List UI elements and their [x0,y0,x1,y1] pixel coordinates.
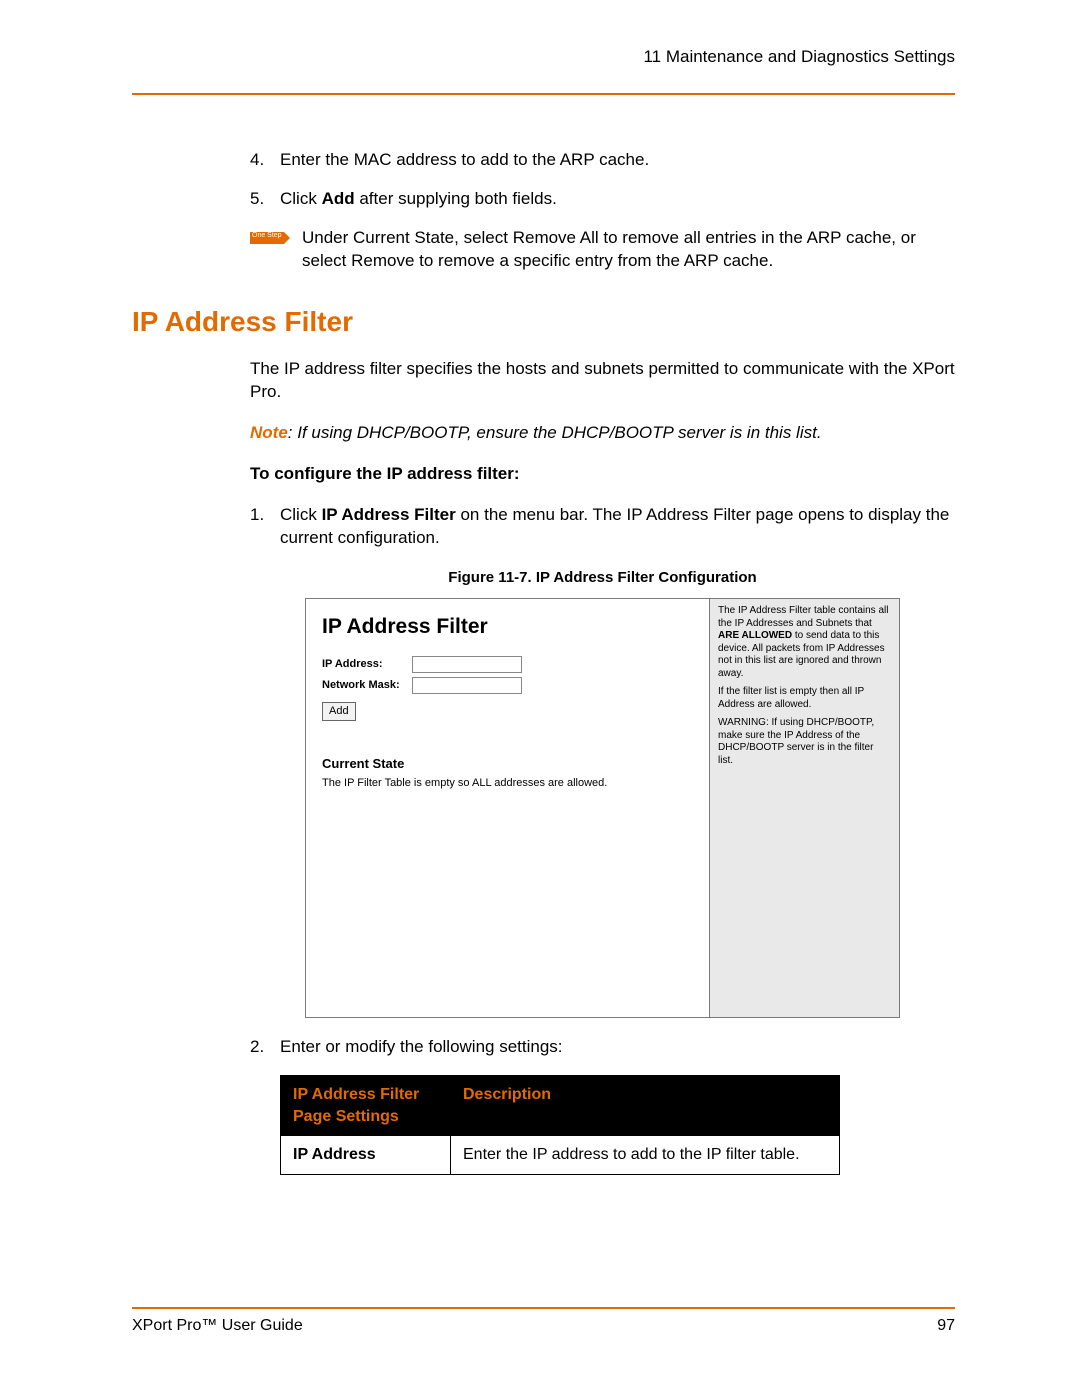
continued-steps: 4. Enter the MAC address to add to the A… [250,149,955,273]
bold-text: ARE ALLOWED [718,630,792,641]
footer-guide-title: XPort Pro™ User Guide [132,1315,303,1337]
text-fragment: Click [280,189,322,208]
step-text: Enter the MAC address to add to the ARP … [280,149,955,172]
note-label: Note [250,423,288,442]
note-text: : If using DHCP/BOOTP, ensure the DHCP/B… [288,423,822,442]
help-paragraph: If the filter list is empty then all IP … [718,686,891,711]
setting-name: IP Address [281,1136,451,1175]
step-5: 5. Click Add after supplying both fields… [250,188,955,211]
text-fragment: Click [280,505,322,524]
current-state-text: The IP Filter Table is empty so ALL addr… [322,776,693,791]
help-paragraph: The IP Address Filter table contains all… [718,605,891,680]
step-4: 4. Enter the MAC address to add to the A… [250,149,955,172]
chapter-header: 11 Maintenance and Diagnostics Settings [132,46,955,69]
mock-main-panel: IP Address Filter IP Address: Network Ma… [306,599,709,1017]
figure-screenshot: IP Address Filter IP Address: Network Ma… [305,598,900,1018]
configure-heading: To configure the IP address filter: [250,463,955,486]
tip-text: Under Current State, select Remove All t… [302,227,955,273]
page-content: 11 Maintenance and Diagnostics Settings … [132,46,955,1297]
text-fragment: after supplying both fields. [355,189,557,208]
add-button[interactable]: Add [322,702,356,721]
ip-address-input[interactable] [412,656,522,673]
one-step-icon: One Step [250,232,284,244]
step-number: 2. [250,1036,280,1059]
text-fragment: The IP Address Filter table contains all… [718,605,888,629]
step-number: 5. [250,188,280,211]
section-body: The IP address filter specifies the host… [250,358,955,1175]
step-2: 2. Enter or modify the following setting… [250,1036,955,1059]
mock-title: IP Address Filter [322,613,693,641]
section-heading: IP Address Filter [132,303,955,341]
step-text: Click IP Address Filter on the menu bar.… [280,504,955,550]
chip-label: One Step [252,231,282,240]
table-header: IP Address Filter Page Settings [281,1076,451,1136]
step-number: 4. [250,149,280,172]
step-text: Enter or modify the following settings: [280,1036,955,1059]
ip-address-row: IP Address: [322,656,693,673]
step-number: 1. [250,504,280,550]
header-rule [132,93,955,95]
network-mask-input[interactable] [412,677,522,694]
one-step-tip: One Step Under Current State, select Rem… [250,227,955,273]
current-state-heading: Current State [322,755,693,773]
table-row: IP Address Enter the IP address to add t… [281,1136,840,1175]
table-header: Description [451,1076,840,1136]
intro-paragraph: The IP address filter specifies the host… [250,358,955,404]
step-1: 1. Click IP Address Filter on the menu b… [250,504,955,550]
network-mask-row: Network Mask: [322,677,693,694]
footer-rule [132,1307,955,1309]
bold-text: Add [322,189,355,208]
settings-table: IP Address Filter Page Settings Descript… [280,1075,840,1175]
note-paragraph: Note: If using DHCP/BOOTP, ensure the DH… [250,422,955,445]
setting-description: Enter the IP address to add to the IP fi… [451,1136,840,1175]
page-number: 97 [937,1315,955,1337]
table-header-row: IP Address Filter Page Settings Descript… [281,1076,840,1136]
help-paragraph: WARNING: If using DHCP/BOOTP, make sure … [718,717,891,767]
ip-address-label: IP Address: [322,657,412,672]
step-text: Click Add after supplying both fields. [280,188,955,211]
network-mask-label: Network Mask: [322,678,412,693]
bold-text: IP Address Filter [322,505,456,524]
mock-help-panel: The IP Address Filter table contains all… [709,599,899,1017]
page-footer: XPort Pro™ User Guide 97 [132,1307,955,1337]
figure-caption: Figure 11-7. IP Address Filter Configura… [250,568,955,588]
footer-row: XPort Pro™ User Guide 97 [132,1315,955,1337]
